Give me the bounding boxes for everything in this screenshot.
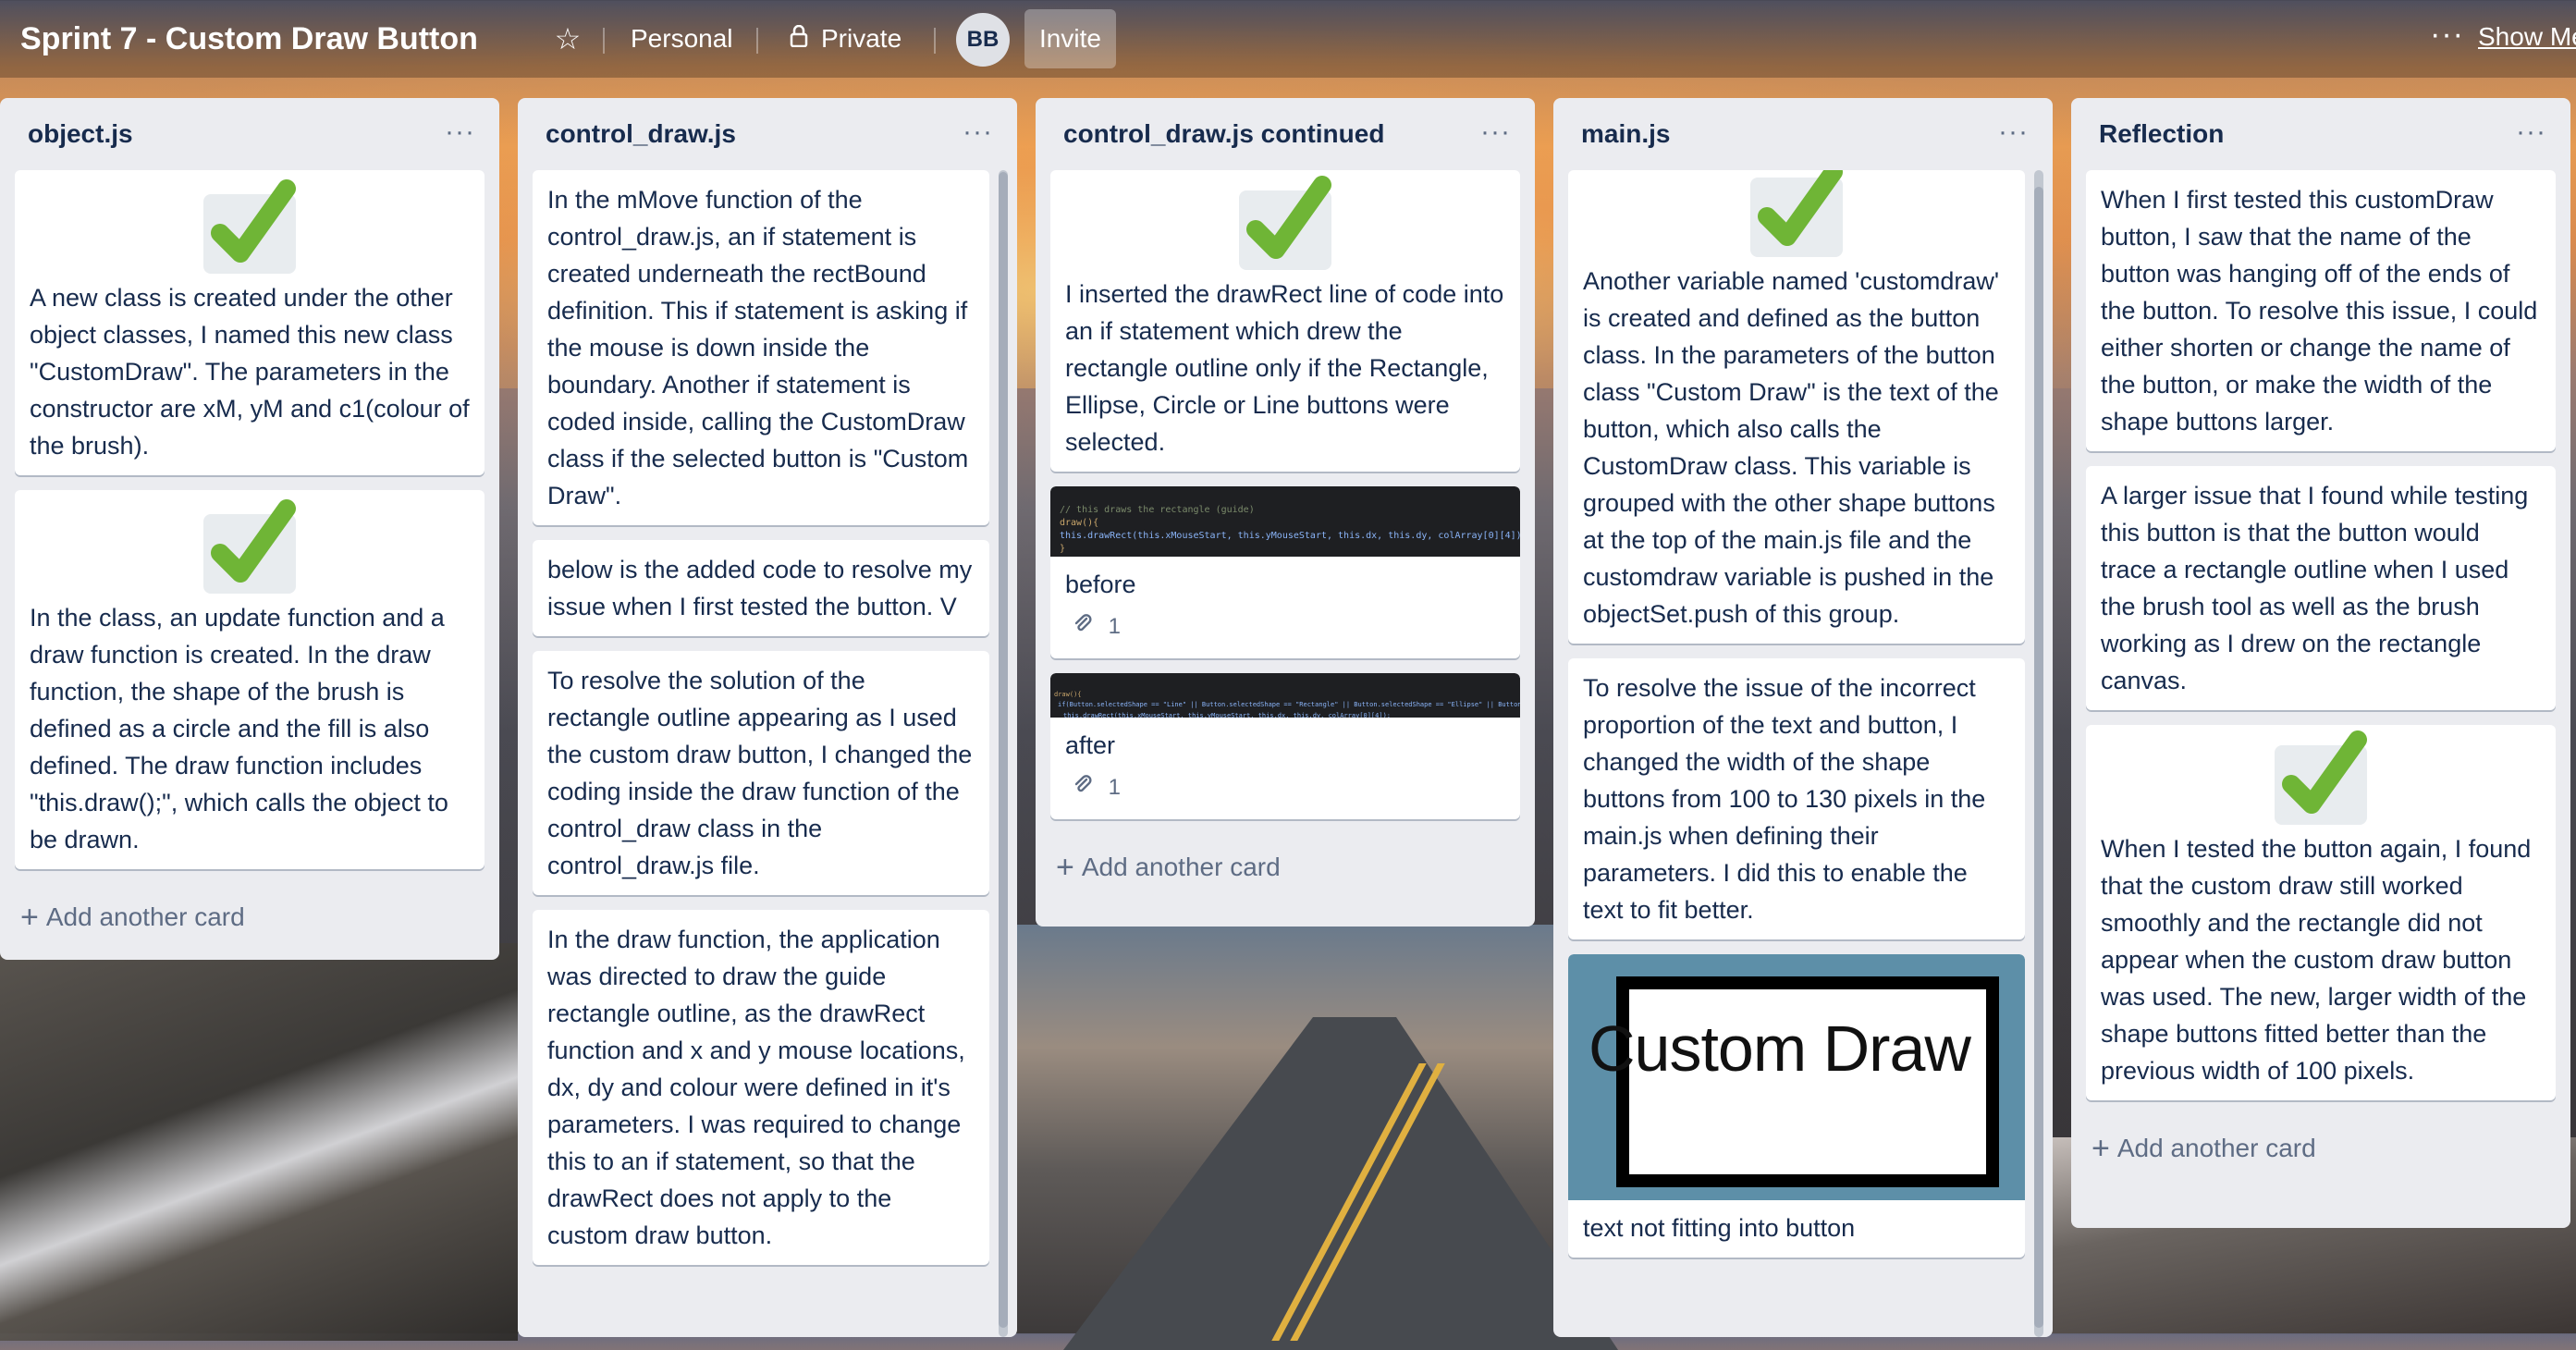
background-road-line xyxy=(1290,1063,1445,1341)
add-card-button[interactable]: + Add another card xyxy=(1036,834,1535,901)
code-line: this.drawRect(this.xMouseStart, this.yMo… xyxy=(1060,531,1520,541)
card[interactable]: To resolve the solution of the rectangle… xyxy=(533,651,989,895)
attachment-count: 1 xyxy=(1108,775,1122,800)
checkmark-icon xyxy=(203,179,296,274)
card-text: below is the added code to resolve my is… xyxy=(547,556,973,620)
code-screenshot: draw(){ if(Button.selectedShape == "Line… xyxy=(1050,673,1520,718)
card-before[interactable]: // this draws the rectangle (guide) draw… xyxy=(1050,486,1520,658)
checkmark-icon xyxy=(1750,170,1843,257)
background-road-line xyxy=(1271,1063,1427,1341)
background-mountains xyxy=(0,943,518,1341)
card-text: When I tested the button again, I found … xyxy=(2101,835,2532,1085)
list-title[interactable]: control_draw.js xyxy=(546,119,736,149)
preview-button-text: Custom Draw xyxy=(1589,1012,1971,1085)
code-line: this.drawRect(this.xMouseStart, this.yMo… xyxy=(1063,712,1392,718)
header-divider xyxy=(934,28,936,54)
list-object-js: object.js ··· A new class is created und… xyxy=(0,98,499,960)
attachment-badge: 1 xyxy=(1050,603,1520,658)
attachment-badge: 1 xyxy=(1050,764,1520,819)
list-reflection: Reflection ··· When I first tested this … xyxy=(2071,98,2570,1228)
list-header: main.js ··· xyxy=(1553,98,2053,170)
background-valley xyxy=(1017,925,1553,1333)
card[interactable]: A new class is created under the other o… xyxy=(15,170,485,475)
more-dots-icon[interactable]: ··· xyxy=(445,117,475,148)
list-header: control_draw.js continued ··· xyxy=(1036,98,1535,170)
add-card-label: Add another card xyxy=(1081,853,1281,881)
card[interactable]: To resolve the issue of the incorrect pr… xyxy=(1568,658,2025,939)
card[interactable]: below is the added code to resolve my is… xyxy=(533,540,989,636)
visibility-label: Private xyxy=(821,24,902,53)
code-line: } xyxy=(1060,544,1066,554)
workspace-button[interactable]: Personal xyxy=(618,15,746,63)
star-icon: ☆ xyxy=(554,22,582,55)
board-title[interactable]: Sprint 7 - Custom Draw Button xyxy=(20,17,478,61)
card[interactable]: A larger issue that I found while testin… xyxy=(2086,466,2556,710)
more-dots-icon[interactable]: ··· xyxy=(2516,117,2546,148)
card[interactable]: When I tested the button again, I found … xyxy=(2086,725,2556,1100)
more-dots-icon[interactable]: ··· xyxy=(1480,117,1511,148)
invite-button[interactable]: Invite xyxy=(1024,9,1116,68)
card-text: A new class is created under the other o… xyxy=(30,284,470,460)
card-title: after xyxy=(1065,731,1116,759)
card[interactable]: In the draw function, the application wa… xyxy=(533,910,989,1265)
checkmark-icon xyxy=(1239,176,1331,270)
list-scrollbar-thumb[interactable] xyxy=(999,172,1008,1328)
header-divider xyxy=(756,28,758,54)
lock-icon xyxy=(790,24,808,54)
add-card-button[interactable]: + Add another card xyxy=(2071,1115,2570,1182)
list-scrollbar-thumb[interactable] xyxy=(2034,187,2043,1328)
card-text: When I first tested this customDraw butt… xyxy=(2101,186,2538,436)
visibility-button[interactable]: Private xyxy=(777,15,914,63)
card-image[interactable]: Custom Draw text not fitting into button xyxy=(1568,954,2025,1258)
card-text: In the mMove function of the control_dra… xyxy=(547,186,969,509)
card[interactable]: When I first tested this customDraw butt… xyxy=(2086,170,2556,451)
add-card-label: Add another card xyxy=(45,902,245,931)
card-after[interactable]: draw(){ if(Button.selectedShape == "Line… xyxy=(1050,673,1520,819)
header-divider xyxy=(603,28,605,54)
checkmark-icon xyxy=(203,499,296,594)
card-text: In the draw function, the application wa… xyxy=(547,926,965,1249)
card-text: To resolve the issue of the incorrect pr… xyxy=(1583,674,1986,924)
background-road xyxy=(1063,1017,1618,1350)
card[interactable]: In the class, an update function and a d… xyxy=(15,490,485,869)
more-dots-icon[interactable]: ··· xyxy=(1998,117,2029,148)
avatar[interactable]: BB xyxy=(956,13,1010,67)
card[interactable]: In the mMove function of the control_dra… xyxy=(533,170,989,525)
button-preview-image: Custom Draw xyxy=(1568,954,2025,1200)
code-screenshot: // this draws the rectangle (guide) draw… xyxy=(1050,486,1520,557)
more-dots-icon[interactable]: ··· xyxy=(2430,17,2464,53)
attachment-count: 1 xyxy=(1108,614,1122,639)
more-dots-icon[interactable]: ··· xyxy=(963,117,993,148)
card-title: before xyxy=(1065,571,1136,598)
card[interactable]: I inserted the drawRect line of code int… xyxy=(1050,170,1520,472)
card-text: Another variable named 'customdraw' is c… xyxy=(1583,267,2000,628)
list-control-draw-continued: control_draw.js continued ··· I inserted… xyxy=(1036,98,1535,927)
paperclip-icon xyxy=(1073,614,1099,639)
paperclip-icon xyxy=(1073,775,1099,800)
list-title[interactable]: object.js xyxy=(28,119,133,149)
plus-icon: + xyxy=(2091,1130,2110,1166)
card-text: In the class, an update function and a d… xyxy=(30,604,448,853)
plus-icon: + xyxy=(1056,849,1074,885)
list-title[interactable]: Reflection xyxy=(2099,119,2224,149)
card-text: To resolve the solution of the rectangle… xyxy=(547,667,973,879)
card[interactable]: Another variable named 'customdraw' is c… xyxy=(1568,170,2025,644)
star-button[interactable]: ☆ xyxy=(544,15,592,63)
add-card-button[interactable]: + Add another card xyxy=(0,884,499,951)
add-card-label: Add another card xyxy=(2116,1134,2316,1162)
card-title: text not fitting into button xyxy=(1583,1214,1856,1242)
list-header: control_draw.js ··· xyxy=(518,98,1017,170)
list-title[interactable]: control_draw.js continued xyxy=(1063,119,1384,149)
card-text: I inserted the drawRect line of code int… xyxy=(1065,280,1504,456)
plus-icon: + xyxy=(20,899,39,935)
checkmark-icon xyxy=(2275,730,2367,825)
list-header: Reflection ··· xyxy=(2071,98,2570,170)
list-control-draw-js: control_draw.js ··· In the mMove functio… xyxy=(518,98,1017,1337)
list-main-js: main.js ··· Another variable named 'cust… xyxy=(1553,98,2053,1337)
show-menu-link[interactable]: Show Me xyxy=(2478,22,2576,52)
list-title[interactable]: main.js xyxy=(1581,119,1670,149)
card-text: A larger issue that I found while testin… xyxy=(2101,482,2529,694)
list-header: object.js ··· xyxy=(0,98,499,170)
board-header: Sprint 7 - Custom Draw Button ☆ Personal… xyxy=(0,0,2576,78)
